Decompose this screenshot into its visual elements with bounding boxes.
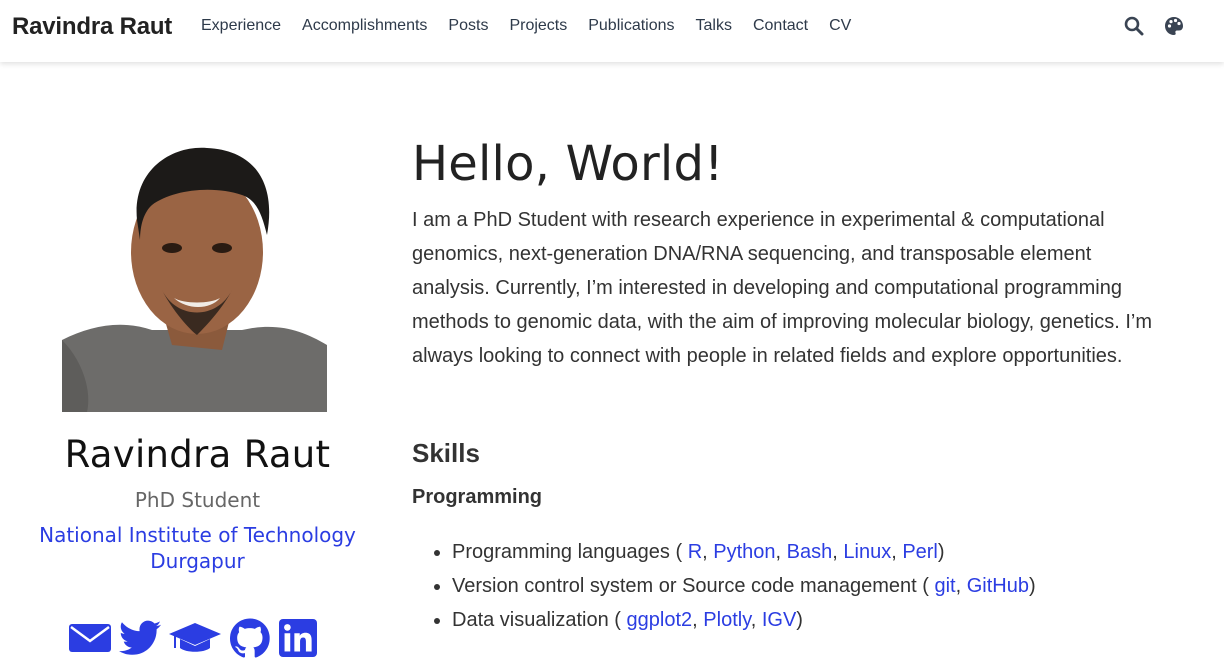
profile-organization-link[interactable]: National Institute of Technology Durgapur <box>20 522 375 574</box>
skills-heading: Skills <box>412 438 480 468</box>
site-brand[interactable]: Ravindra Raut <box>12 13 172 41</box>
skill-item-version-control: Version control system or Source code ma… <box>452 569 1036 603</box>
nav-cv[interactable]: CV <box>829 17 851 35</box>
linkedin-icon[interactable] <box>278 619 318 662</box>
skill-prefix: Version control system or Source code ma… <box>452 575 935 597</box>
skill-item-data-visualization: Data visualization ( ggplot2, Plotly, IG… <box>452 603 1036 637</box>
skill-suffix: ) <box>796 609 803 631</box>
nav-accomplishments[interactable]: Accomplishments <box>302 17 427 35</box>
email-icon[interactable] <box>68 622 112 659</box>
nav-talks[interactable]: Talks <box>696 17 732 35</box>
github-icon[interactable] <box>229 618 271 663</box>
link-ggplot2[interactable]: ggplot2 <box>627 609 693 631</box>
programming-heading: Programming <box>412 486 543 508</box>
link-igv[interactable]: IGV <box>762 609 796 631</box>
skill-suffix: ) <box>937 541 945 563</box>
greeting-heading: Hello, World! <box>412 136 724 192</box>
skill-item-languages: Programming languages ( R, Python, Bash,… <box>452 535 1036 569</box>
link-github[interactable]: GitHub <box>967 575 1029 597</box>
twitter-icon[interactable] <box>119 620 161 661</box>
nav-icons <box>1124 16 1184 36</box>
search-icon[interactable] <box>1124 16 1144 36</box>
nav-contact[interactable]: Contact <box>753 17 808 35</box>
nav-links: Experience Accomplishments Posts Project… <box>201 17 872 35</box>
palette-icon[interactable] <box>1164 16 1184 36</box>
nav-posts[interactable]: Posts <box>448 17 488 35</box>
graduation-cap-icon[interactable] <box>168 621 222 660</box>
skill-prefix: Data visualization ( <box>452 609 627 631</box>
link-plotly[interactable]: Plotly <box>703 609 750 631</box>
skill-suffix: ) <box>1028 575 1036 597</box>
nav-projects[interactable]: Projects <box>509 17 567 35</box>
nav-experience[interactable]: Experience <box>201 17 281 35</box>
profile-name: Ravindra Raut <box>64 433 331 476</box>
nav-publications[interactable]: Publications <box>588 17 674 35</box>
skills-list: Programming languages ( R, Python, Bash,… <box>412 535 1036 637</box>
link-python[interactable]: Python <box>713 541 775 563</box>
bio-paragraph: I am a PhD Student with research experie… <box>412 209 1152 367</box>
org-line-2: Durgapur <box>150 549 245 573</box>
profile-role: PhD Student <box>134 488 261 512</box>
link-r[interactable]: R <box>688 541 702 563</box>
social-links <box>68 618 318 663</box>
link-linux[interactable]: Linux <box>843 541 891 563</box>
skill-prefix: Programming languages ( <box>452 541 688 563</box>
link-git[interactable]: git <box>934 575 955 597</box>
link-perl[interactable]: Perl <box>902 541 938 563</box>
org-line-1: National Institute of Technology <box>39 523 356 547</box>
avatar <box>62 140 327 412</box>
link-bash[interactable]: Bash <box>787 541 833 563</box>
top-navbar: Ravindra Raut Experience Accomplishments… <box>0 0 1224 62</box>
